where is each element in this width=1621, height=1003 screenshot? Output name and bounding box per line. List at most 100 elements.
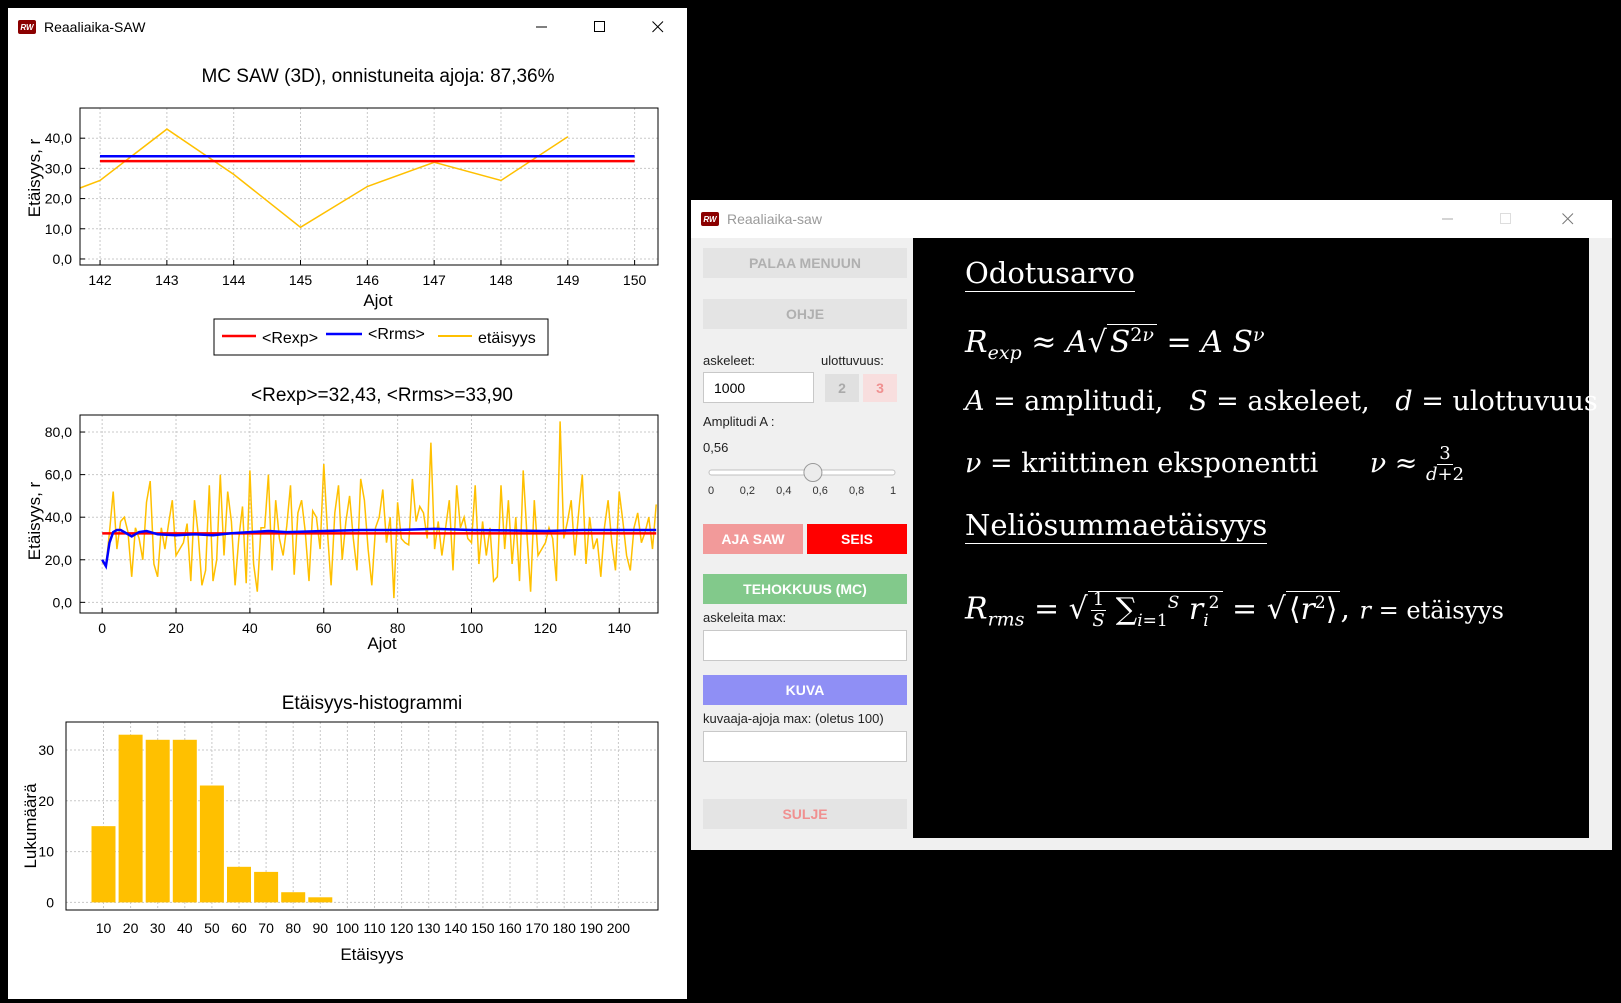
chart3-xtick-label: 170 <box>525 920 549 936</box>
chart1-xtick-label: 146 <box>356 272 380 288</box>
chart3-ytick-label: 10 <box>38 844 54 860</box>
plots-canvas: MC SAW (3D), onnistuneita ajoja: 87,36% … <box>21 66 659 964</box>
chart1-ytick-label: 30,0 <box>45 160 72 176</box>
left-title-bar[interactable]: RW Reaaliaika-SAW <box>8 8 687 46</box>
seis-button[interactable]: SEIS <box>807 524 907 554</box>
chart1-xtick-label: 143 <box>155 272 179 288</box>
dimension-2-button[interactable]: 2 <box>825 374 859 402</box>
app-icon: RW <box>18 20 36 34</box>
chart3-xtick-label: 100 <box>336 920 360 936</box>
askeleet-label: askeleet: <box>703 353 756 368</box>
sulje-button[interactable]: SULJE <box>703 799 907 829</box>
chart3-xtick-label: 160 <box>498 920 522 936</box>
chart1-xtick-label: 150 <box>623 272 647 288</box>
chart3-xtick-label: 80 <box>285 920 301 936</box>
askeleet-input[interactable]: 1000 <box>703 372 814 403</box>
formula-rrms: Rrms = √ 1 S ∑i=1S ri2 = √ ⟨r2⟩, r = etäisy… <box>965 589 1504 631</box>
legend-rrms: <Rrms> <box>368 326 425 343</box>
palaa-menuun-button[interactable]: PALAA MENUUN <box>703 248 907 278</box>
chart1-xtick-label: 148 <box>489 272 513 288</box>
chart2-xtick-label: 60 <box>316 620 332 636</box>
chart3-bar <box>281 892 306 903</box>
ohje-button[interactable]: OHJE <box>703 299 907 329</box>
chart3-bar <box>254 871 279 903</box>
maximize-button[interactable] <box>571 8 629 46</box>
dimension-3-button[interactable]: 3 <box>863 374 897 402</box>
tehokkuus-button[interactable]: TEHOKKUUS (MC) <box>703 574 907 604</box>
chart3-ytick-label: 20 <box>38 793 54 809</box>
formula-definitions: A = amplitudi, S = askeleet, d = ulottuv… <box>965 386 1598 417</box>
chart3-xtick-label: 70 <box>258 920 274 936</box>
chart3-xtick-label: 120 <box>390 920 414 936</box>
chart2-plot-area <box>80 415 658 613</box>
chart3-xtick-label: 10 <box>96 920 112 936</box>
chart3-ylabel: Lukumäärä <box>21 783 40 869</box>
askeleita-max-label: askeleita max: <box>703 610 787 625</box>
word-ulottuvuus: ulottuvuus <box>1452 386 1598 417</box>
formula-panel: Odotusarvo Rexp ≈ A√ S2ν = A Sν A = ampli… <box>913 238 1598 838</box>
minimize-icon <box>536 26 547 28</box>
saw-control-window: RW Reaaliaika-saw PALAA MENUUN OHJE aske… <box>691 200 1612 850</box>
chart2-ytick-label: 20,0 <box>45 552 72 568</box>
saw-plot-window: RW Reaaliaika-SAW MC SAW (3D), onnistune… <box>8 8 687 999</box>
chart3-xtick-label: 130 <box>417 920 441 936</box>
heading-odotusarvo: Odotusarvo <box>965 256 1136 292</box>
chart3-xtick-label: 90 <box>313 920 329 936</box>
amplitudi-slider[interactable]: 0 0,2 0,4 0,6 0,8 1 <box>705 458 915 498</box>
chart2-ylabel: Etäisyys, r <box>25 481 44 560</box>
chart2-ytick-label: 80,0 <box>45 424 72 440</box>
minimize-button[interactable] <box>513 8 571 46</box>
kuvaaja-ajoja-label: kuvaaja-ajoja max: (oletus 100) <box>703 711 884 726</box>
chart3-xtick-label: 150 <box>471 920 495 936</box>
chart3-bar <box>145 739 170 903</box>
chart3-title: Etäisyys-histogrammi <box>282 693 463 714</box>
chart3-bar <box>227 866 251 903</box>
close-icon <box>652 21 664 33</box>
minimize-button[interactable] <box>1419 200 1477 238</box>
chart1-ytick-label: 0,0 <box>53 251 73 267</box>
heading-nelio: Neliösummaetäisyys <box>965 508 1268 544</box>
chart3-xtick-label: 50 <box>204 920 220 936</box>
chart2-xtick-label: 140 <box>608 620 632 636</box>
chart2-xtick-label: 100 <box>460 620 484 636</box>
close-button[interactable] <box>1539 200 1597 238</box>
chart2-ytick-label: 40,0 <box>45 509 72 525</box>
chart3-xtick-label: 110 <box>363 920 386 936</box>
word-amplitudi: amplitudi, <box>1024 386 1164 417</box>
maximize-icon <box>1500 213 1511 224</box>
app-icon: RW <box>701 212 719 226</box>
kuvaaja-ajoja-input[interactable] <box>703 731 907 762</box>
chart1-xtick-label: 144 <box>222 272 246 288</box>
chart1-xtick-label: 145 <box>289 272 313 288</box>
window-title: Reaaliaika-saw <box>727 211 822 227</box>
chart3-xtick-label: 20 <box>123 920 139 936</box>
window-title: Reaaliaika-SAW <box>44 19 146 35</box>
close-button[interactable] <box>629 8 687 46</box>
chart2-xlabel: Ajot <box>367 634 397 653</box>
chart3-xtick-label: 200 <box>607 920 631 936</box>
amplitudi-label: Amplitudi A : <box>703 414 775 429</box>
chart3-bar <box>308 897 333 903</box>
maximize-button[interactable] <box>1477 200 1535 238</box>
chart3-xlabel: Etäisyys <box>340 945 403 964</box>
slider-tick-label: 0 <box>708 485 714 497</box>
maximize-icon <box>594 21 605 32</box>
slider-tick-label: 0,6 <box>813 485 828 497</box>
formula-nu: ν = kriittinen eksponentti ν ≈ 3 d+2 <box>965 443 1465 485</box>
word-askeleet: askeleet, <box>1247 386 1370 417</box>
word-kriittinen: kriittinen eksponentti <box>1021 448 1319 479</box>
chart3-ytick-label: 0 <box>46 894 54 910</box>
chart1-ylabel: Etäisyys, r <box>25 138 44 217</box>
chart3-ytick-label: 30 <box>38 742 54 758</box>
chart3-xtick-label: 180 <box>553 920 577 936</box>
chart1-xtick-label: 149 <box>556 272 580 288</box>
chart1-xlabel: Ajot <box>363 291 393 310</box>
chart3-xtick-label: 190 <box>580 920 604 936</box>
askeleita-max-input[interactable] <box>703 630 907 661</box>
aja-saw-button[interactable]: AJA SAW <box>703 524 803 554</box>
close-icon <box>1562 213 1574 225</box>
chart1-ytick-label: 10,0 <box>45 221 72 237</box>
right-title-bar[interactable]: RW Reaaliaika-saw <box>691 200 1612 238</box>
slider-thumb[interactable] <box>803 463 823 482</box>
kuva-button[interactable]: KUVA <box>703 675 907 705</box>
